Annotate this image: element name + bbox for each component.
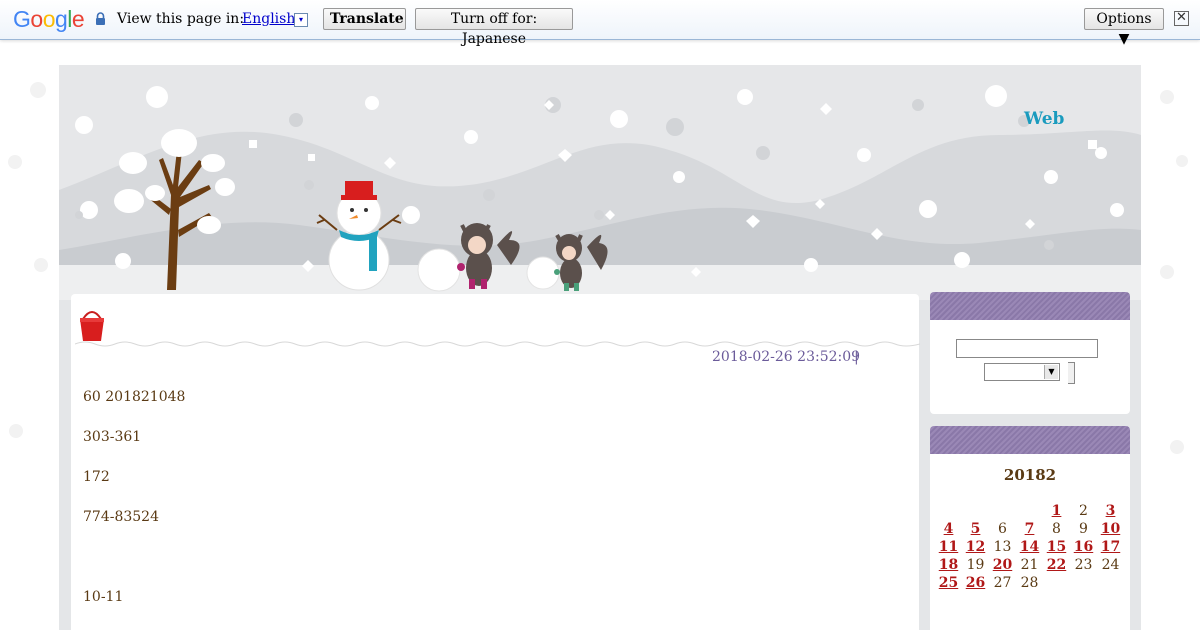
post-paragraph: 10-11 [83, 589, 124, 605]
post-paragraph: 172 [83, 469, 110, 485]
calendar-day-link[interactable]: 5 [962, 521, 989, 537]
language-dropdown-icon[interactable]: ▾ [294, 13, 308, 27]
search-input[interactable] [956, 339, 1098, 358]
calendar-day-link[interactable]: 16 [1070, 539, 1097, 555]
background-dot [1160, 265, 1174, 279]
turn-off-button[interactable]: Turn off for: Japanese [415, 8, 573, 47]
logo-letter: g [54, 6, 68, 32]
calendar-day-link[interactable]: 22 [1043, 557, 1070, 573]
background-dot [30, 82, 46, 98]
calendar-day: 23 [1074, 557, 1093, 573]
calendar-day: 8 [1052, 521, 1061, 537]
close-icon[interactable]: ✕ [1174, 11, 1189, 26]
calendar-title: 20182 [1003, 466, 1057, 484]
calendar-day-link[interactable]: 12 [962, 539, 989, 555]
calendar-widget-header [930, 426, 1130, 454]
calendar-day: 21 [1020, 557, 1039, 573]
web-link[interactable]: Web [1024, 109, 1064, 129]
calendar-day: 2 [1079, 503, 1088, 519]
dropdown-arrow-icon: ▼ [1044, 365, 1058, 379]
search-scope-select[interactable]: ▼ [984, 363, 1060, 381]
background-dot [8, 155, 22, 169]
logo-letter: G [13, 6, 31, 32]
background-dot [9, 424, 23, 438]
options-button[interactable]: Options ▼ [1084, 8, 1164, 47]
calendar-day-link[interactable]: 26 [962, 575, 989, 591]
language-link[interactable]: English [242, 11, 295, 27]
post-meta-separator: | [854, 349, 859, 365]
calendar-day-link[interactable]: 3 [1097, 503, 1124, 519]
post-date[interactable]: 2018-02-26 23:52:09 [712, 349, 860, 365]
calendar-day: 28 [1020, 575, 1039, 591]
logo-letter: o [42, 6, 56, 32]
translate-button[interactable]: Translate [323, 8, 406, 30]
calendar-day-link[interactable]: 4 [935, 521, 962, 537]
translate-bar: Google View this page in: English ▾ Tran… [0, 0, 1200, 47]
search-button[interactable] [1068, 362, 1075, 384]
calendar-day-link[interactable]: 14 [1016, 539, 1043, 555]
post-paragraph: 303-361 [83, 429, 142, 445]
winter-header-illustration [59, 65, 1141, 300]
background-dot [34, 258, 48, 272]
logo-letter: e [71, 6, 85, 32]
calendar-day: 13 [993, 539, 1012, 555]
calendar-day-link[interactable]: 25 [935, 575, 962, 591]
background-dot [1160, 90, 1174, 104]
calendar-day-link[interactable]: 10 [1097, 521, 1124, 537]
post-paragraph: 60 201821048 [83, 389, 186, 405]
calendar-day-link[interactable]: 17 [1097, 539, 1124, 555]
calendar-day: 27 [993, 575, 1012, 591]
calendar-day: 19 [966, 557, 985, 573]
calendar-day-link[interactable]: 7 [1016, 521, 1043, 537]
logo-letter: o [30, 6, 43, 32]
calendar-day: 24 [1101, 557, 1120, 573]
calendar-day: 9 [1079, 521, 1088, 537]
search-widget-header [930, 292, 1130, 320]
calendar-day-link[interactable]: 15 [1043, 539, 1070, 555]
calendar-day-link[interactable]: 20 [989, 557, 1016, 573]
lock-icon [96, 12, 105, 25]
calendar-day-link[interactable]: 11 [935, 539, 962, 555]
background-dot [1170, 440, 1184, 454]
calendar-day-link[interactable]: 18 [935, 557, 962, 573]
view-page-in-label: View this page in: [117, 11, 245, 27]
post-paragraph: 774-83524 [83, 509, 159, 525]
calendar-day: 6 [998, 521, 1007, 537]
calendar-day-link[interactable]: 1 [1043, 503, 1070, 519]
google-logo: Google [13, 6, 85, 33]
background-dot [1176, 155, 1188, 167]
